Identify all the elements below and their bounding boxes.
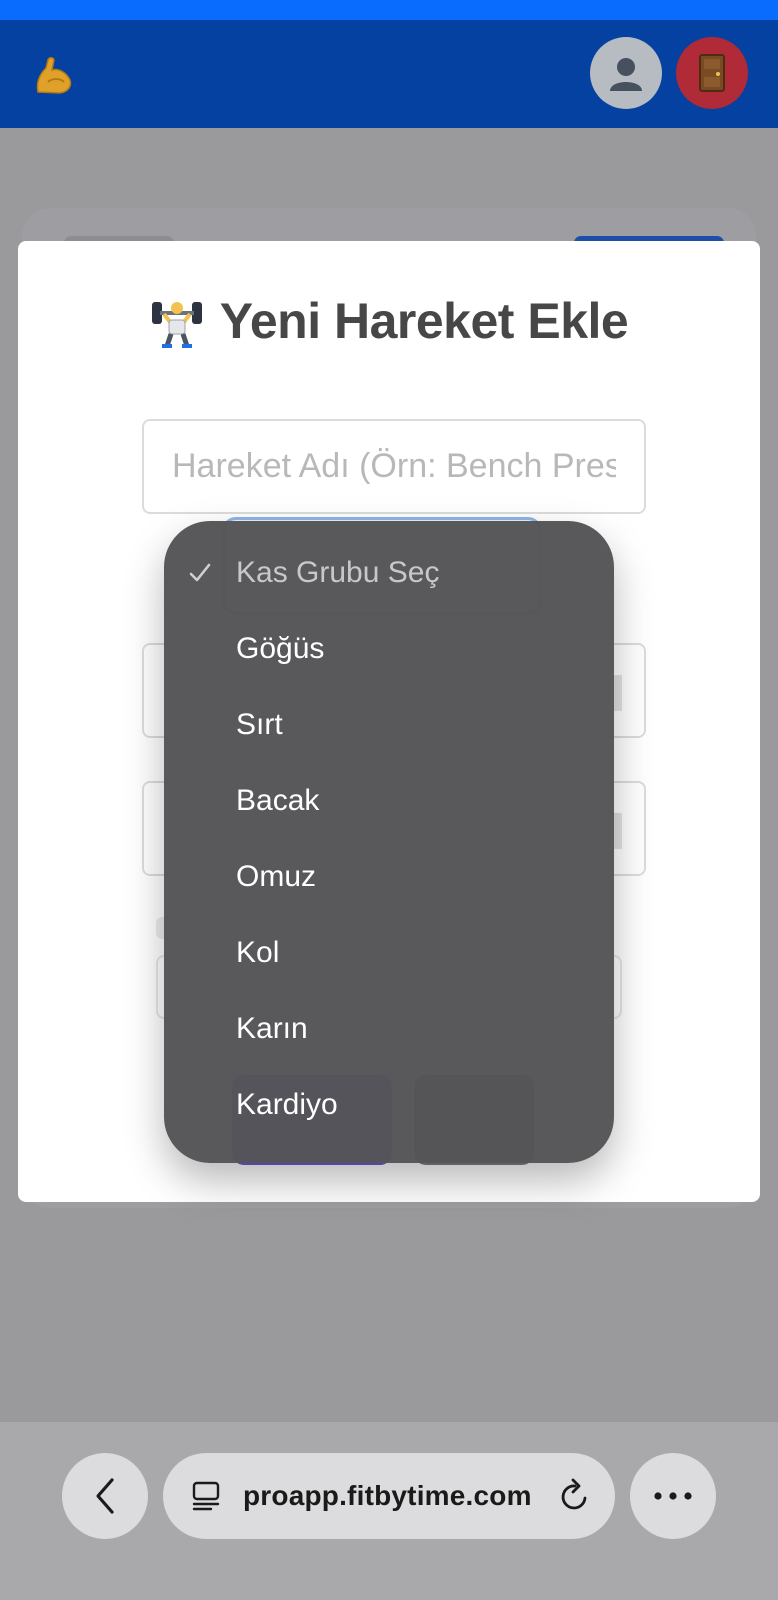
modal-header: Yeni Hareket Ekle (18, 289, 760, 353)
picker-option-label: Omuz (236, 860, 317, 893)
tabs-icon[interactable] (189, 1479, 223, 1513)
picker-option[interactable]: Bacak (164, 763, 614, 839)
user-icon (610, 58, 642, 91)
app-header (0, 20, 778, 128)
field-ghost (614, 675, 622, 711)
modal-title: Yeni Hareket Ekle (219, 293, 629, 349)
picker-option-label: Kol (236, 936, 280, 969)
muscle-group-picker[interactable]: Kas Grubu Seç Göğüs Sırt Bacak Omuz Kol … (164, 521, 614, 1163)
field-ghost (614, 813, 622, 849)
picker-option[interactable]: Kol (164, 915, 614, 991)
weight-lifter-icon (151, 302, 202, 348)
exercise-name-field[interactable] (142, 419, 646, 514)
picker-option-label: Sırt (236, 708, 283, 741)
picker-option-label: Kas Grubu Seç (236, 556, 440, 589)
address-bar[interactable]: proapp.fitbytime.com (163, 1453, 615, 1539)
chevron-left-icon (96, 1478, 114, 1514)
picker-option[interactable]: Kas Grubu Seç (164, 535, 614, 611)
more-button[interactable] (630, 1453, 716, 1539)
exercise-name-input[interactable] (144, 421, 644, 512)
picker-option[interactable]: Kardiyo (164, 1067, 614, 1143)
url-text: proapp.fitbytime.com (243, 1480, 532, 1511)
picker-option-label: Göğüs (236, 632, 325, 665)
top-status-strip (0, 0, 778, 20)
picker-option-label: Kardiyo (236, 1088, 338, 1121)
picker-option-label: Karın (236, 1012, 308, 1045)
door-icon (699, 54, 725, 92)
picker-option[interactable]: Karın (164, 991, 614, 1067)
profile-button[interactable] (590, 37, 662, 109)
picker-option[interactable]: Göğüs (164, 611, 614, 687)
back-button[interactable] (62, 1453, 148, 1539)
picker-option[interactable]: Sırt (164, 687, 614, 763)
checkmark-icon (189, 563, 211, 582)
flexed-biceps-icon[interactable] (30, 52, 76, 98)
picker-option-label: Bacak (236, 784, 320, 817)
more-icon (654, 1492, 692, 1500)
reload-icon[interactable] (557, 1477, 593, 1515)
picker-option[interactable]: Omuz (164, 839, 614, 915)
logout-button[interactable] (676, 37, 748, 109)
